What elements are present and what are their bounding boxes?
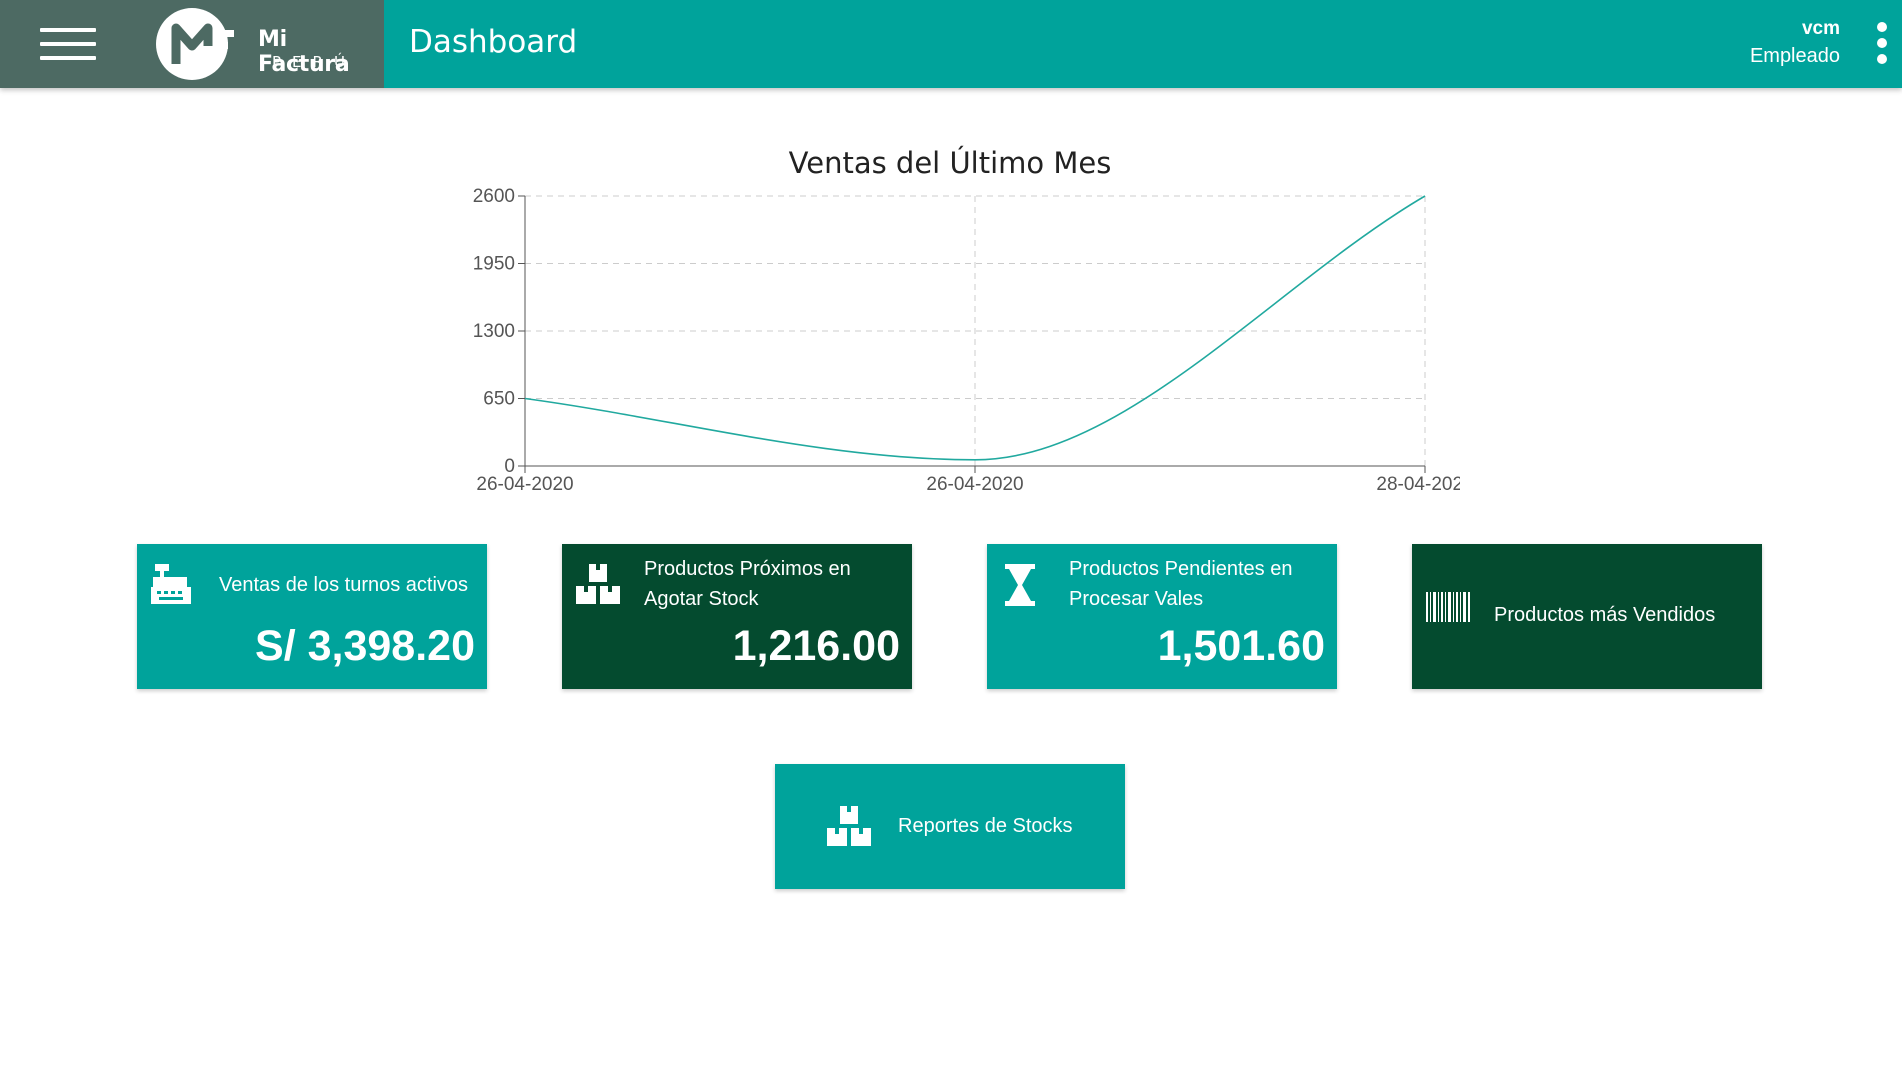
- boxes-icon: [576, 564, 620, 604]
- hamburger-menu-icon[interactable]: [40, 28, 96, 60]
- boxes-icon: [827, 806, 871, 846]
- card-label: Productos más Vendidos: [1494, 604, 1716, 626]
- cash-register-icon: [151, 564, 191, 604]
- user-role: Empleado: [1749, 45, 1840, 67]
- card-low-stock-products[interactable]: Productos Próximos en Agotar Stock 1,216…: [562, 544, 912, 689]
- card-label: Productos Pendientes en Procesar Vales: [1069, 558, 1293, 610]
- top-bar: Mi Factura PERÚ Dashboard vcm Empleado: [0, 0, 1902, 88]
- card-stock-reports[interactable]: Reportes de Stocks: [775, 764, 1125, 889]
- y-tick-label: 2600: [473, 186, 515, 207]
- barcode-icon: [1426, 592, 1470, 622]
- brand-country: PERÚ: [272, 53, 356, 71]
- x-tick-label: 28-04-2020: [1376, 474, 1460, 495]
- x-tick-label: 26-04-2020: [476, 474, 573, 495]
- y-tick-label: 1300: [473, 321, 515, 342]
- y-tick-label: 650: [483, 389, 515, 410]
- card-label: Reportes de Stocks: [898, 815, 1073, 837]
- more-options-icon[interactable]: [1874, 22, 1890, 66]
- card-value: S/ 3,398.20: [255, 622, 475, 670]
- chart-title: Ventas del Último Mes: [788, 146, 1112, 180]
- card-active-shift-sales[interactable]: Ventas de los turnos activos S/ 3,398.20: [137, 544, 487, 689]
- sales-line-chart: 065013001950260026-04-2020 26-04-2020 28-0…: [473, 186, 1460, 495]
- app-logo[interactable]: Mi Factura PERÚ: [154, 6, 380, 82]
- hourglass-icon: [1005, 564, 1035, 606]
- x-tick-label: 26-04-2020: [926, 474, 1023, 495]
- card-pending-vouchers[interactable]: Productos Pendientes en Procesar Vales 1…: [987, 544, 1337, 689]
- card-best-selling-products[interactable]: Productos más Vendidos: [1412, 544, 1762, 689]
- card-value: 1,501.60: [1157, 622, 1325, 670]
- logo-mark-icon: [156, 8, 234, 80]
- card-value: 1,216.00: [732, 622, 900, 670]
- card-label: Ventas de los turnos activos: [219, 574, 469, 596]
- user-menu[interactable]: vcm Empleado: [1750, 16, 1840, 70]
- page-title: Dashboard: [409, 24, 578, 60]
- user-name: vcm: [1801, 18, 1840, 39]
- brand-block: Mi Factura PERÚ: [0, 0, 384, 88]
- y-tick-label: 1950: [473, 254, 515, 275]
- card-label: Productos Próximos en Agotar Stock: [644, 558, 851, 610]
